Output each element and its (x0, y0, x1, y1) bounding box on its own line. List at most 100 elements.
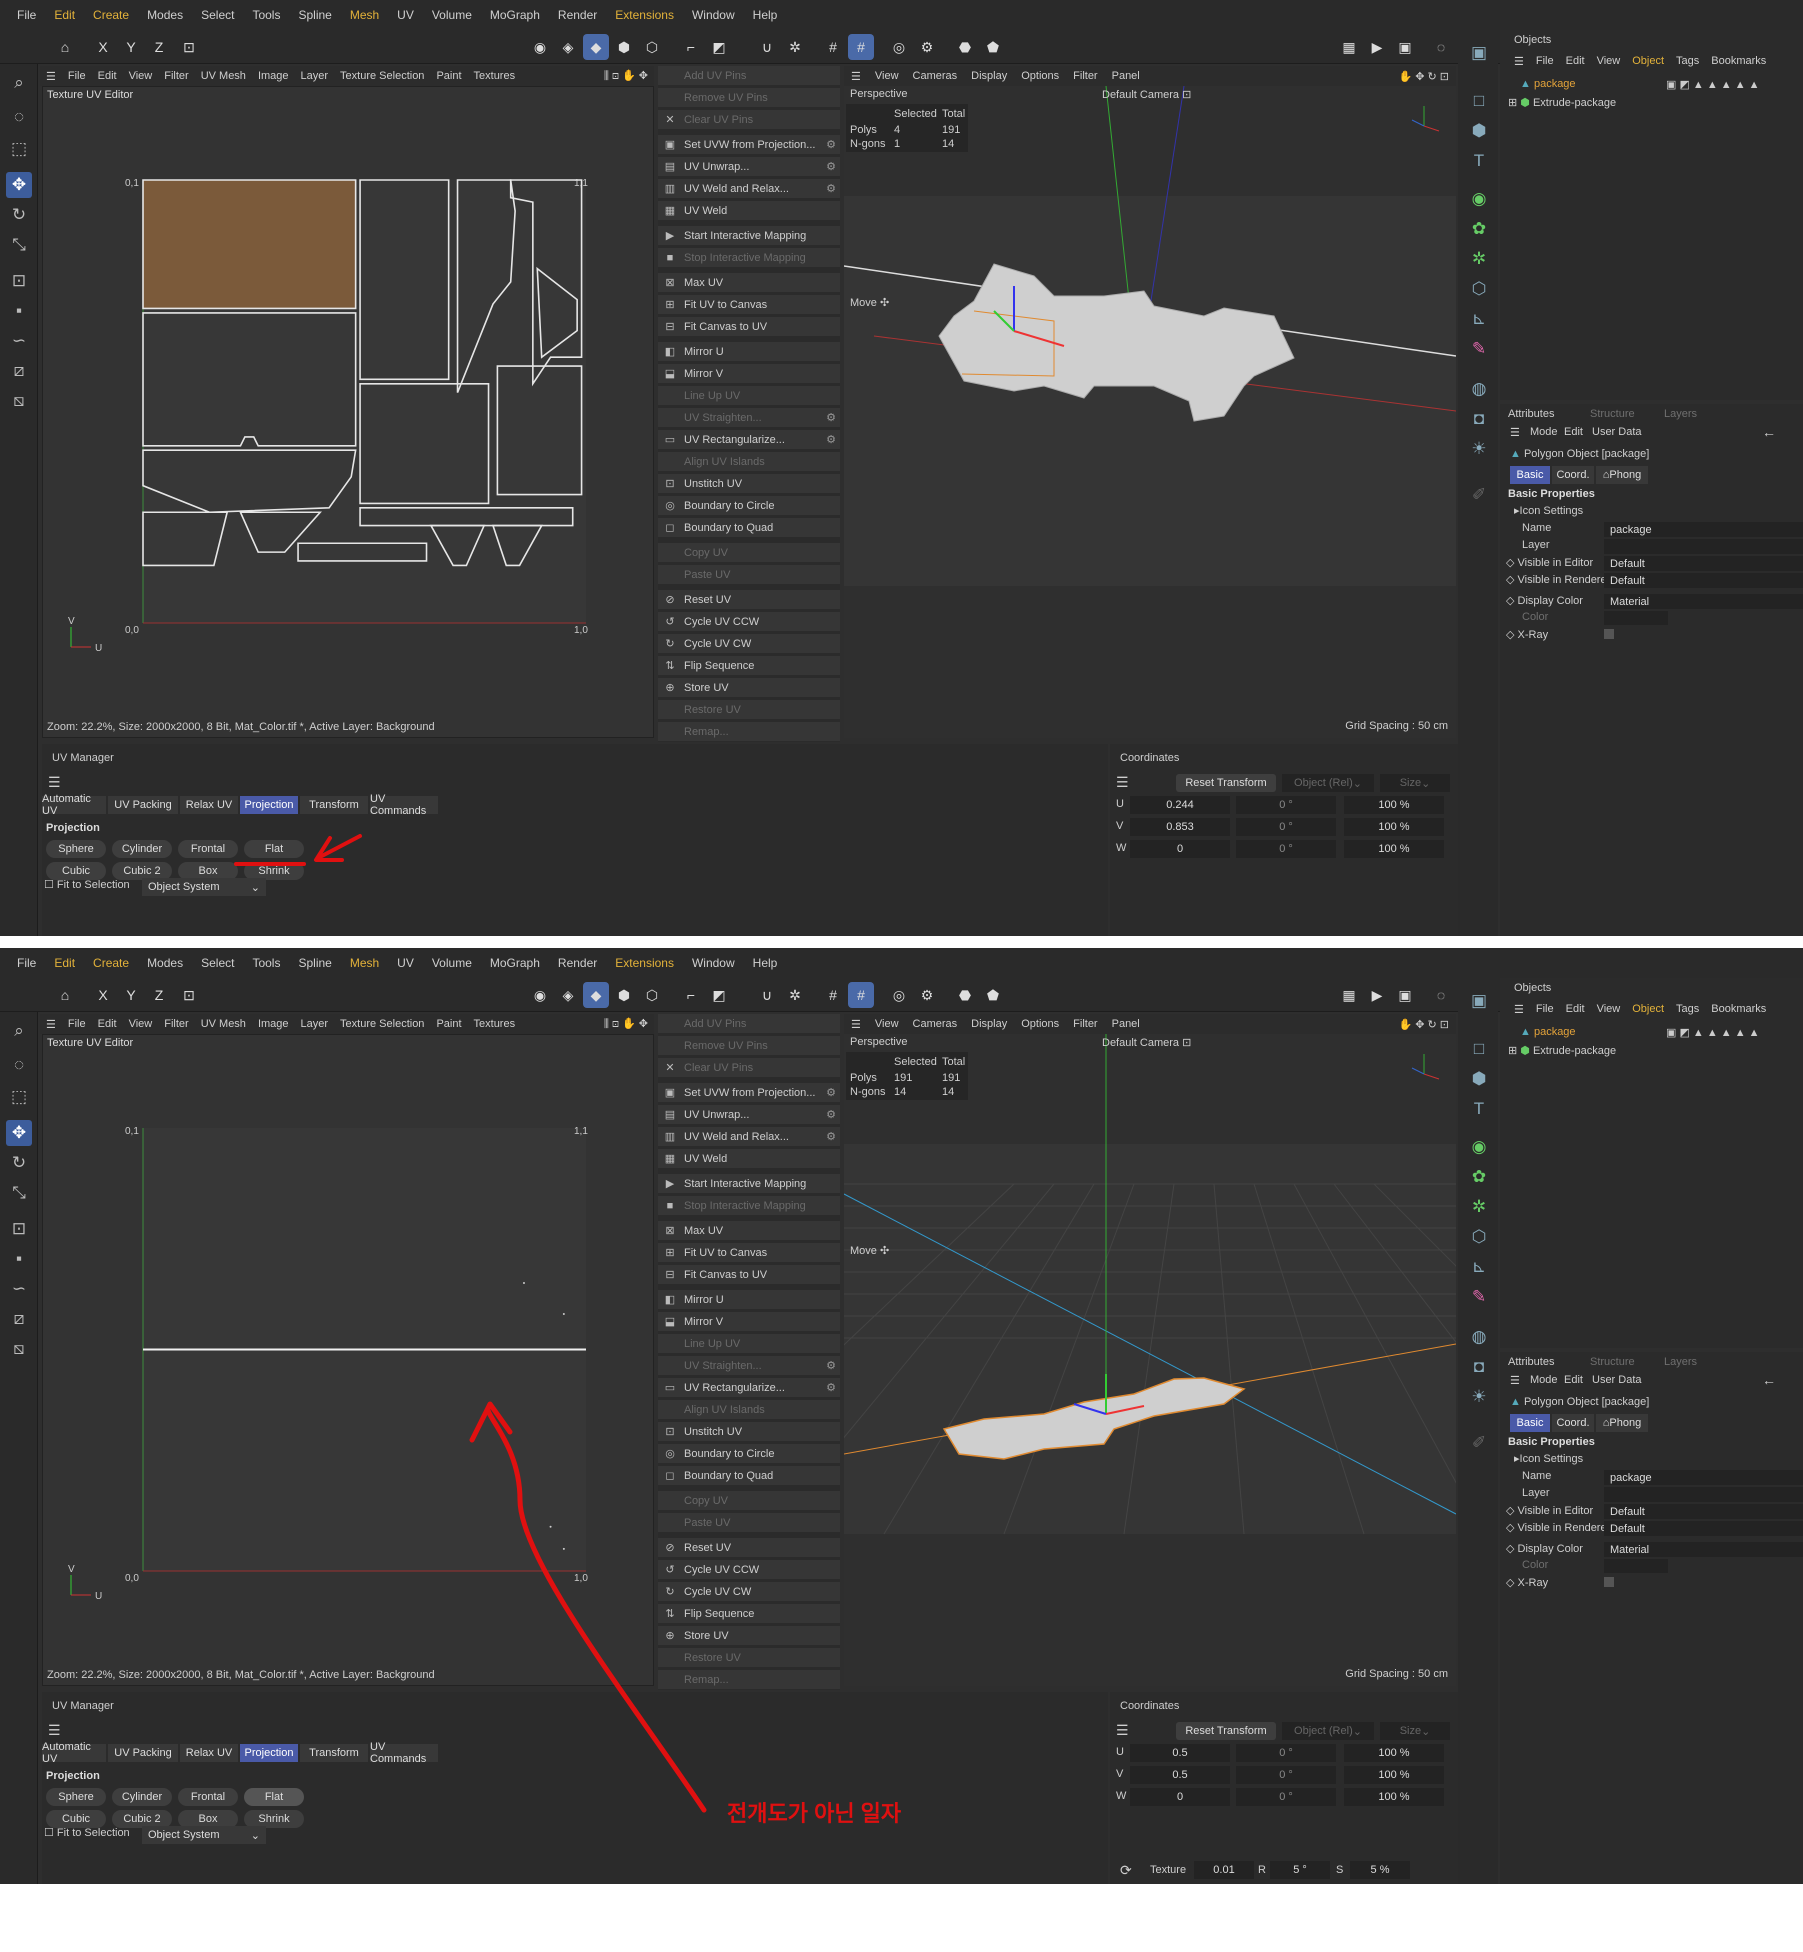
magnet-icon[interactable]: ∪ (754, 34, 780, 60)
render-settings-icon[interactable]: ⚙ (914, 982, 940, 1008)
texture-s-field[interactable]: 5 % (1350, 1861, 1410, 1879)
attr-menu-icon[interactable]: ☰ (1510, 1374, 1520, 1387)
snap-icon[interactable]: ⌐ (678, 34, 704, 60)
coord-w-value[interactable]: 0 (1130, 840, 1230, 858)
coord-u-rotation[interactable]: 0 ° (1236, 796, 1336, 814)
uv-tab-automatic-uv[interactable]: Automatic UV (42, 1741, 106, 1765)
field-icon[interactable]: ⊾ (1466, 1254, 1492, 1280)
uv-cmd-align-uv-islands[interactable]: Align UV Islands (658, 452, 840, 472)
viewport-menu-panel[interactable]: Panel (1105, 1018, 1147, 1030)
attr-edit[interactable]: Edit (1564, 1374, 1583, 1386)
coord-w-rotation[interactable]: 0 ° (1236, 1788, 1336, 1806)
coords-menu-icon[interactable]: ☰ (1116, 774, 1129, 791)
uv-cmd-uv-weld-and-relax[interactable]: ▥ UV Weld and Relax... ⚙ (658, 179, 840, 199)
objects-menu-tags[interactable]: Tags (1670, 55, 1705, 67)
gear-icon[interactable]: ⚙ (826, 433, 836, 446)
knife-icon[interactable]: ⧄ (6, 1306, 32, 1332)
uv-points-icon[interactable]: ⬡ (639, 982, 665, 1008)
attr-visible-in-editor-value[interactable]: Default (1604, 1504, 1803, 1519)
menu-render[interactable]: Render (549, 956, 606, 970)
reset-transform-button[interactable]: Reset Transform (1176, 1722, 1276, 1740)
objects-menu-view[interactable]: View (1591, 1003, 1627, 1015)
viewport-menu-display[interactable]: Display (964, 70, 1014, 82)
live-select-icon[interactable]: ◌ (6, 104, 32, 130)
box-select-icon[interactable]: ⬚ (6, 1084, 32, 1110)
attr-menu-icon[interactable]: ☰ (1510, 426, 1520, 439)
menu-volume[interactable]: Volume (423, 956, 481, 970)
fit-to-selection-checkbox[interactable]: ☐ Fit to Selection (44, 878, 130, 891)
uv-manager-menu-icon[interactable]: ☰ (48, 1722, 61, 1739)
text-icon[interactable]: T (1466, 1096, 1492, 1122)
coord-w-scale[interactable]: 100 % (1344, 1788, 1444, 1806)
uv-cmd-uv-straighten[interactable]: UV Straighten... ⚙ (658, 1356, 840, 1376)
coord-w-scale[interactable]: 100 % (1344, 840, 1444, 858)
box-select-icon[interactable]: ⬚ (6, 136, 32, 162)
uv-tab-relax-uv[interactable]: Relax UV (180, 1744, 238, 1762)
uv-cmd-boundary-to-circle[interactable]: ◎ Boundary to Circle (658, 1444, 840, 1464)
attr-name-value[interactable]: package (1604, 1470, 1803, 1485)
cube-icon[interactable]: ⬢ (1466, 118, 1492, 144)
uv-menu-edit[interactable]: Edit (92, 1018, 123, 1030)
coord-size-select[interactable]: Size ⌄ (1380, 1722, 1450, 1740)
uv-cmd-max-uv[interactable]: ⊠ Max UV (658, 1221, 840, 1241)
viewport-menu-icon[interactable]: ☰ (844, 1018, 868, 1031)
uv-menu-paint[interactable]: Paint (430, 70, 467, 82)
search-icon[interactable]: ⌕ (6, 1018, 32, 1044)
attr-user-data[interactable]: User Data (1592, 1374, 1642, 1386)
object-item-extrude[interactable]: ⊞ ⬢ Extrude-package (1508, 96, 1616, 109)
uv-tab-uv-packing[interactable]: UV Packing (108, 1744, 178, 1762)
lasso-icon[interactable]: ∽ (6, 328, 32, 354)
effector-icon[interactable]: ✲ (1466, 1194, 1492, 1220)
field-icon[interactable]: ⊾ (1466, 306, 1492, 332)
xray-checkbox[interactable] (1604, 1577, 1614, 1587)
menu-render[interactable]: Render (549, 8, 606, 22)
transform-tool-icon[interactable]: ⊡ (6, 268, 32, 294)
icon-settings-toggle[interactable]: ▸Icon Settings (1514, 504, 1583, 517)
proj-flat-button[interactable]: Flat (244, 1788, 304, 1806)
menu-mesh[interactable]: Mesh (341, 8, 388, 22)
subdivision-icon[interactable]: ◉ (1466, 186, 1492, 212)
uv-cmd-add-uv-pins[interactable]: Add UV Pins (658, 1014, 840, 1034)
uv-cmd-copy-uv[interactable]: Copy UV (658, 543, 840, 563)
xray-checkbox[interactable] (1604, 629, 1614, 639)
uv-cmd-remap[interactable]: Remap... (658, 722, 840, 742)
attr-display-color-value[interactable]: Material (1604, 1542, 1803, 1557)
menu-file[interactable]: File (8, 956, 45, 970)
menu-file[interactable]: File (8, 8, 45, 22)
objects-menu-object[interactable]: Object (1626, 55, 1670, 67)
objects-menu-view[interactable]: View (1591, 55, 1627, 67)
objects-menu-tags[interactable]: Tags (1670, 1003, 1705, 1015)
uv-cmd-fit-uv-to-canvas[interactable]: ⊞ Fit UV to Canvas (658, 295, 840, 315)
move-tool-icon[interactable]: ✥ (6, 1120, 32, 1146)
render-active-icon[interactable]: ▶ (1364, 982, 1390, 1008)
menu-mograph[interactable]: MoGraph (481, 956, 549, 970)
edges-mode-icon[interactable]: ◈ (555, 982, 581, 1008)
gear-icon[interactable]: ⚙ (826, 1086, 836, 1099)
viewport-scene[interactable] (844, 86, 1456, 738)
knife-icon[interactable]: ⧄ (6, 358, 32, 384)
objects-menu-icon[interactable]: ☰ (1508, 1003, 1530, 1016)
render-picture-viewer-icon[interactable]: ▣ (1392, 982, 1418, 1008)
menu-help[interactable]: Help (744, 8, 787, 22)
light-bulb-icon[interactable]: ☀ (1466, 1384, 1492, 1410)
placement-tool-icon[interactable]: ▪ (6, 1246, 32, 1272)
objects-menu-edit[interactable]: Edit (1560, 55, 1591, 67)
uv-cmd-remap[interactable]: Remap... (658, 1670, 840, 1690)
menu-create[interactable]: Create (84, 8, 138, 22)
uv-cmd-uv-weld[interactable]: ▦ UV Weld (658, 1149, 840, 1169)
uv-cmd-remove-uv-pins[interactable]: Remove UV Pins (658, 1036, 840, 1056)
uv-menu-textures[interactable]: Textures (468, 1018, 522, 1030)
attr-visible-in-editor-value[interactable]: Default (1604, 556, 1803, 571)
render-region-icon[interactable]: ▦ (1336, 34, 1362, 60)
edges-mode-icon[interactable]: ◈ (555, 34, 581, 60)
uv-cmd-uv-unwrap[interactable]: ▤ UV Unwrap... ⚙ (658, 1105, 840, 1125)
texture-value-field[interactable]: 0.01 (1194, 1861, 1254, 1879)
effector-icon[interactable]: ✲ (1466, 246, 1492, 272)
uv-tab-automatic-uv[interactable]: Automatic UV (42, 793, 106, 817)
attr-visible-in-renderer-value[interactable]: Default (1604, 1521, 1803, 1536)
null-object-icon[interactable]: □ (1466, 1036, 1492, 1062)
coord-v-value[interactable]: 0.5 (1130, 1766, 1230, 1784)
uv-canvas-svg[interactable]: 0,1 1,1 0,0 1,0 V U (43, 1035, 655, 1687)
spline-icon[interactable]: ✎ (1466, 336, 1492, 362)
uv-cmd-uv-rectangularize[interactable]: ▭ UV Rectangularize... ⚙ (658, 430, 840, 450)
